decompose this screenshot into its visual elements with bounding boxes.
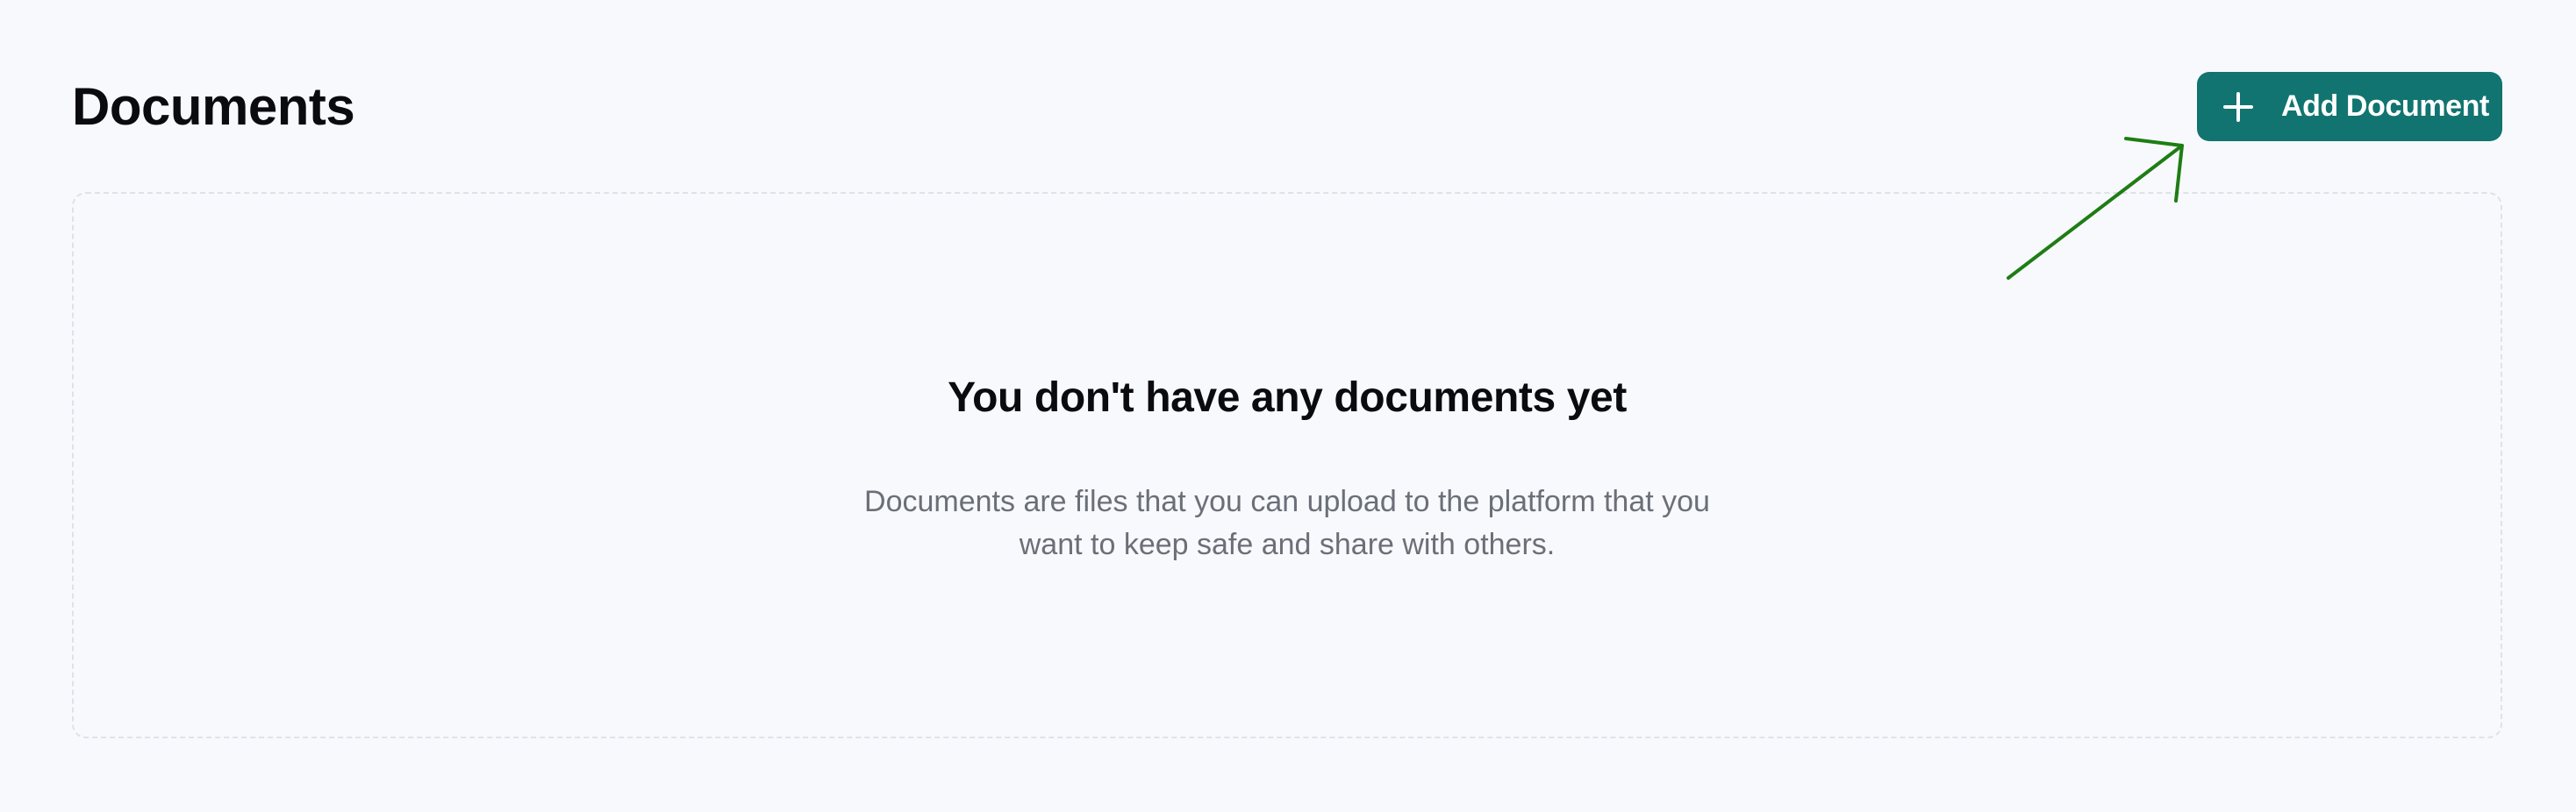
empty-state-description-line-1: Documents are files that you can upload …: [864, 485, 1710, 518]
page-title: Documents: [72, 77, 355, 136]
empty-state-description-line-2: want to keep safe and share with others.: [1019, 528, 1556, 561]
plus-icon: [2223, 91, 2253, 122]
empty-state-heading: You don't have any documents yet: [948, 374, 1627, 421]
empty-state-description: Documents are files that you can upload …: [831, 481, 1743, 566]
add-document-label: Add Document: [2281, 89, 2489, 123]
add-document-button[interactable]: Add Document: [2197, 72, 2502, 141]
empty-state-panel: You don't have any documents yet Documen…: [72, 192, 2502, 738]
